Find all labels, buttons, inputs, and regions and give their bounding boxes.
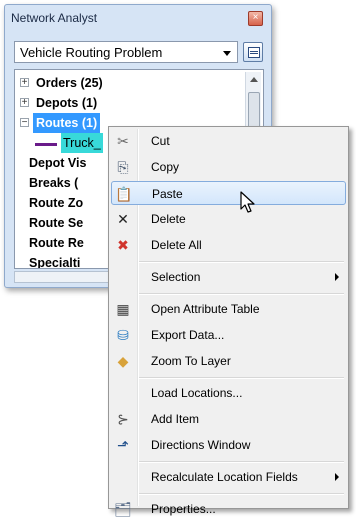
context-menu: ✂ Cut ⎘ Copy 📋 Paste ✕ Delete ✖ Delete All Selecti… (108, 126, 349, 517)
menu-item-directions-window[interactable]: ⬏ Directions Window (111, 433, 346, 457)
menu-item-label: Add Item (151, 412, 200, 426)
properties-icon: 🗂 (114, 501, 132, 517)
expand-icon[interactable]: + (20, 78, 29, 88)
tree-item-label: Depot Vis (29, 156, 87, 170)
menu-separator (139, 493, 344, 495)
collapse-icon[interactable]: − (20, 118, 29, 128)
menu-item-selection[interactable]: Selection (111, 265, 346, 289)
tree-item-label: Truck_ (61, 133, 103, 153)
menu-item-label: Properties... (151, 502, 216, 516)
menu-item-label: Cut (151, 134, 170, 148)
menu-item-label: Open Attribute Table (151, 302, 260, 316)
menu-item-label: Directions Window (151, 438, 251, 452)
menu-separator (139, 261, 344, 263)
menu-item-delete[interactable]: ✕ Delete (111, 207, 346, 231)
menu-item-add-item[interactable]: ⊱ Add Item (111, 407, 346, 431)
window-title: Network Analyst (11, 11, 98, 25)
menu-item-label: Delete All (151, 238, 202, 252)
menu-separator (139, 377, 344, 379)
menu-item-label: Selection (151, 270, 201, 284)
submenu-arrow-icon (335, 473, 339, 481)
menu-item-load-locations[interactable]: Load Locations... (111, 381, 346, 405)
tree-item-label: Route Se (29, 216, 84, 230)
menu-item-paste[interactable]: 📋 Paste (111, 181, 346, 205)
menu-item-export-data[interactable]: ⛁ Export Data... (111, 323, 346, 347)
menu-item-recalculate-location-fields[interactable]: Recalculate Location Fields (111, 465, 346, 489)
scroll-thumb[interactable] (248, 92, 260, 128)
copy-icon: ⎘ (117, 159, 129, 175)
menu-item-properties[interactable]: 🗂 Properties... (111, 497, 346, 521)
scroll-up-icon[interactable] (250, 77, 258, 82)
menu-item-label: Export Data... (151, 328, 225, 342)
menu-item-label: Zoom To Layer (151, 354, 231, 368)
menu-item-label: Recalculate Location Fields (151, 470, 298, 484)
menu-item-label: Load Locations... (151, 386, 243, 400)
analysis-layer-dropdown[interactable]: Vehicle Routing Problem (14, 41, 238, 63)
delete-all-icon: ✖ (117, 237, 129, 253)
directions-icon: ⬏ (117, 437, 129, 453)
menu-item-label: Delete (151, 212, 186, 226)
tree-item-label: Breaks ( (29, 176, 79, 190)
tree-item-label: Route Zo (29, 196, 84, 210)
tree-item-label: Routes (1) (33, 113, 101, 133)
menu-item-open-attribute-table[interactable]: ▦ Open Attribute Table (111, 297, 346, 321)
delete-icon: ✕ (117, 211, 129, 227)
chevron-down-icon[interactable] (223, 51, 231, 56)
menu-item-cut[interactable]: ✂ Cut (111, 129, 346, 153)
menu-item-label: Copy (151, 160, 180, 174)
menu-item-delete-all[interactable]: ✖ Delete All (111, 233, 346, 257)
tree-item-label: Depots (1) (36, 96, 98, 110)
menu-item-label: Paste (152, 187, 183, 201)
export-data-icon: ⛁ (117, 327, 129, 343)
menu-item-copy[interactable]: ⎘ Copy (111, 155, 346, 179)
scissors-icon: ✂ (117, 133, 129, 149)
zoom-to-layer-icon: ◆ (117, 353, 129, 369)
tree-item-label: Specialti (29, 256, 81, 269)
route-symbol-icon (35, 143, 57, 146)
table-icon: ▦ (116, 301, 130, 317)
analysis-layer-value: Vehicle Routing Problem (20, 45, 163, 60)
paste-icon: 📋 (115, 186, 133, 202)
analysis-layer-properties-button[interactable] (243, 42, 263, 62)
menu-item-zoom-to-layer[interactable]: ◆ Zoom To Layer (111, 349, 346, 373)
expand-icon[interactable]: + (20, 98, 29, 108)
menu-separator (139, 293, 344, 295)
close-icon[interactable]: × (248, 11, 263, 26)
mouse-cursor-icon (240, 191, 255, 213)
tree-item-label: Orders (25) (36, 76, 103, 90)
add-item-icon: ⊱ (117, 411, 129, 427)
tree-item-label: Route Re (29, 236, 84, 250)
submenu-arrow-icon (335, 273, 339, 281)
menu-separator (139, 461, 344, 463)
